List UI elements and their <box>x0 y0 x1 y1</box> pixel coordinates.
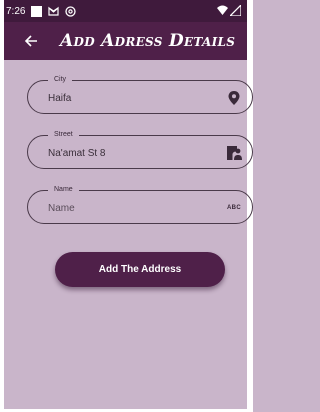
status-right <box>217 3 242 19</box>
location-pin-icon <box>226 90 242 106</box>
back-button[interactable] <box>20 30 42 52</box>
mail-icon <box>48 6 60 17</box>
name-field[interactable]: Name ABC <box>27 185 253 224</box>
add-address-button[interactable]: Add The Address <box>55 252 225 287</box>
arrow-left-icon <box>24 35 37 47</box>
signal-icon <box>228 3 242 19</box>
square-icon <box>31 5 43 17</box>
street-label: Street <box>48 130 79 140</box>
city-label: City <box>48 75 73 85</box>
street-field[interactable]: Street <box>27 130 253 169</box>
at-icon <box>65 5 77 17</box>
app-bar: Add Adress Details <box>4 22 247 60</box>
city-input[interactable] <box>48 90 208 106</box>
name-input[interactable] <box>48 200 208 216</box>
street-input[interactable] <box>48 145 208 161</box>
wifi-icon <box>217 5 228 19</box>
status-bar: 7:26 <box>4 0 247 22</box>
city-field[interactable]: City <box>27 75 253 114</box>
person-pin-icon <box>226 145 242 161</box>
name-label: Name <box>48 185 79 195</box>
page-title: Add Adress Details <box>60 31 236 51</box>
abc-icon: ABC <box>227 205 241 211</box>
status-time: 7:26 <box>6 5 26 17</box>
